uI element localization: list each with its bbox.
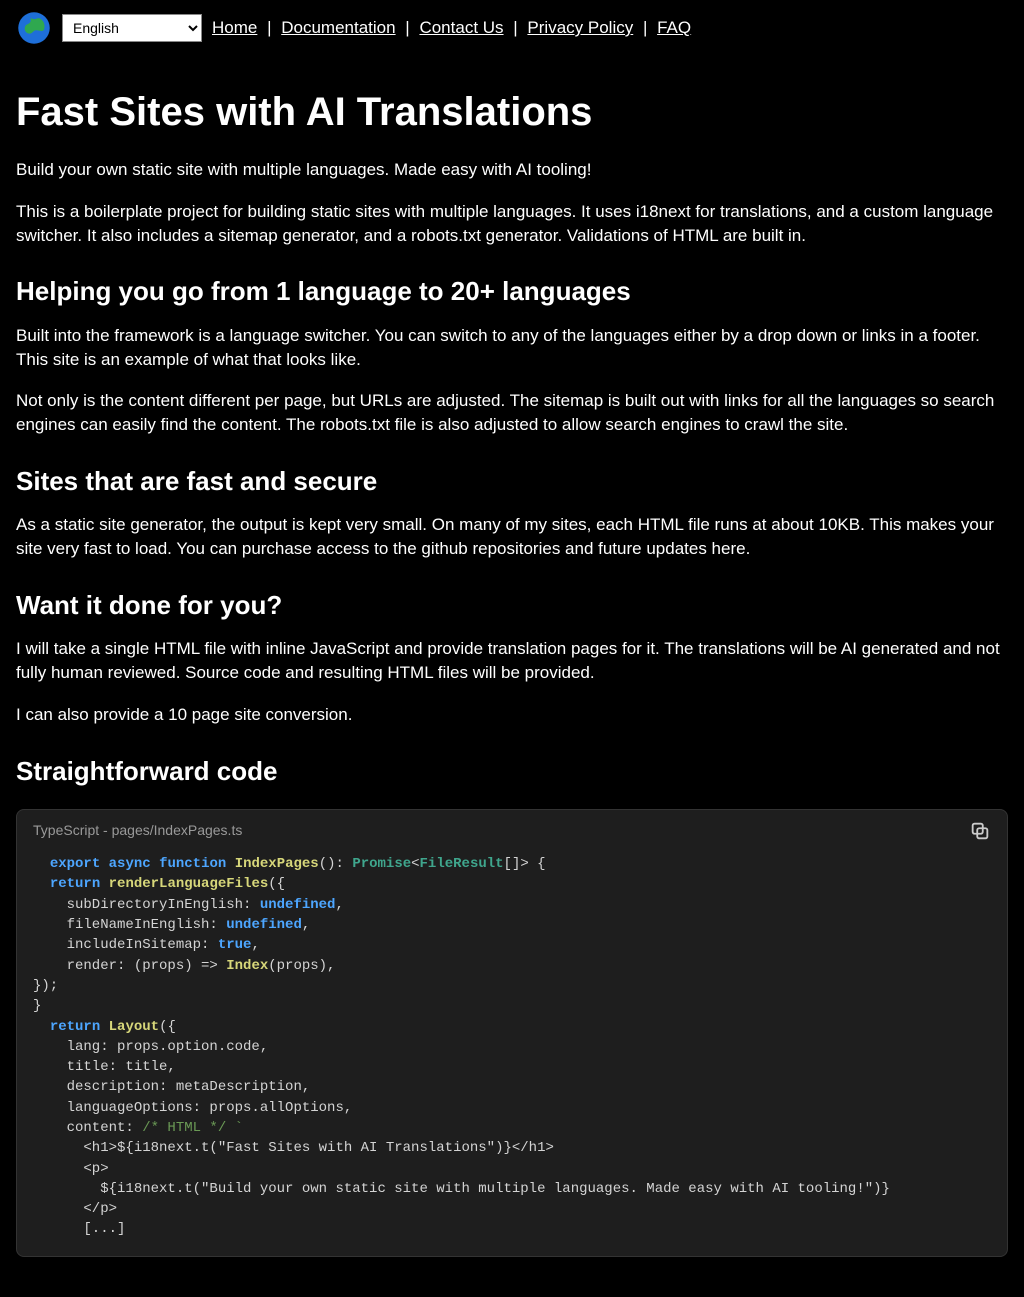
intro-paragraph-1: Build your own static site with multiple…: [16, 158, 1008, 182]
languages-paragraph-1: Built into the framework is a language s…: [16, 324, 1008, 372]
code-content: export async function IndexPages(): Prom…: [17, 844, 1007, 1256]
code-block: TypeScript - pages/IndexPages.ts export …: [16, 809, 1008, 1257]
top-bar: English Home | Documentation | Contact U…: [16, 0, 1008, 56]
section-heading-languages: Helping you go from 1 language to 20+ la…: [16, 273, 1008, 309]
code-block-label: TypeScript - pages/IndexPages.ts: [33, 821, 242, 841]
top-nav: Home | Documentation | Contact Us | Priv…: [212, 16, 691, 40]
copy-icon[interactable]: [969, 820, 991, 842]
language-select[interactable]: English: [62, 14, 202, 42]
intro-paragraph-2: This is a boilerplate project for buildi…: [16, 200, 1008, 248]
section-heading-code: Straightforward code: [16, 753, 1008, 789]
page-title: Fast Sites with AI Translations: [16, 84, 1008, 140]
done-for-you-paragraph-1: I will take a single HTML file with inli…: [16, 637, 1008, 685]
section-heading-fast-secure: Sites that are fast and secure: [16, 463, 1008, 499]
nav-documentation[interactable]: Documentation: [281, 18, 395, 37]
fast-secure-paragraph: As a static site generator, the output i…: [16, 513, 1008, 561]
done-for-you-paragraph-2: I can also provide a 10 page site conver…: [16, 703, 1008, 727]
nav-sep: |: [633, 18, 657, 37]
nav-faq[interactable]: FAQ: [657, 18, 691, 37]
languages-paragraph-2: Not only is the content different per pa…: [16, 389, 1008, 437]
nav-contact-us[interactable]: Contact Us: [419, 18, 503, 37]
section-heading-done-for-you: Want it done for you?: [16, 587, 1008, 623]
nav-sep: |: [257, 18, 281, 37]
nav-home[interactable]: Home: [212, 18, 257, 37]
globe-icon: [16, 10, 52, 46]
nav-sep: |: [396, 18, 420, 37]
nav-sep: |: [504, 18, 528, 37]
nav-privacy-policy[interactable]: Privacy Policy: [527, 18, 633, 37]
